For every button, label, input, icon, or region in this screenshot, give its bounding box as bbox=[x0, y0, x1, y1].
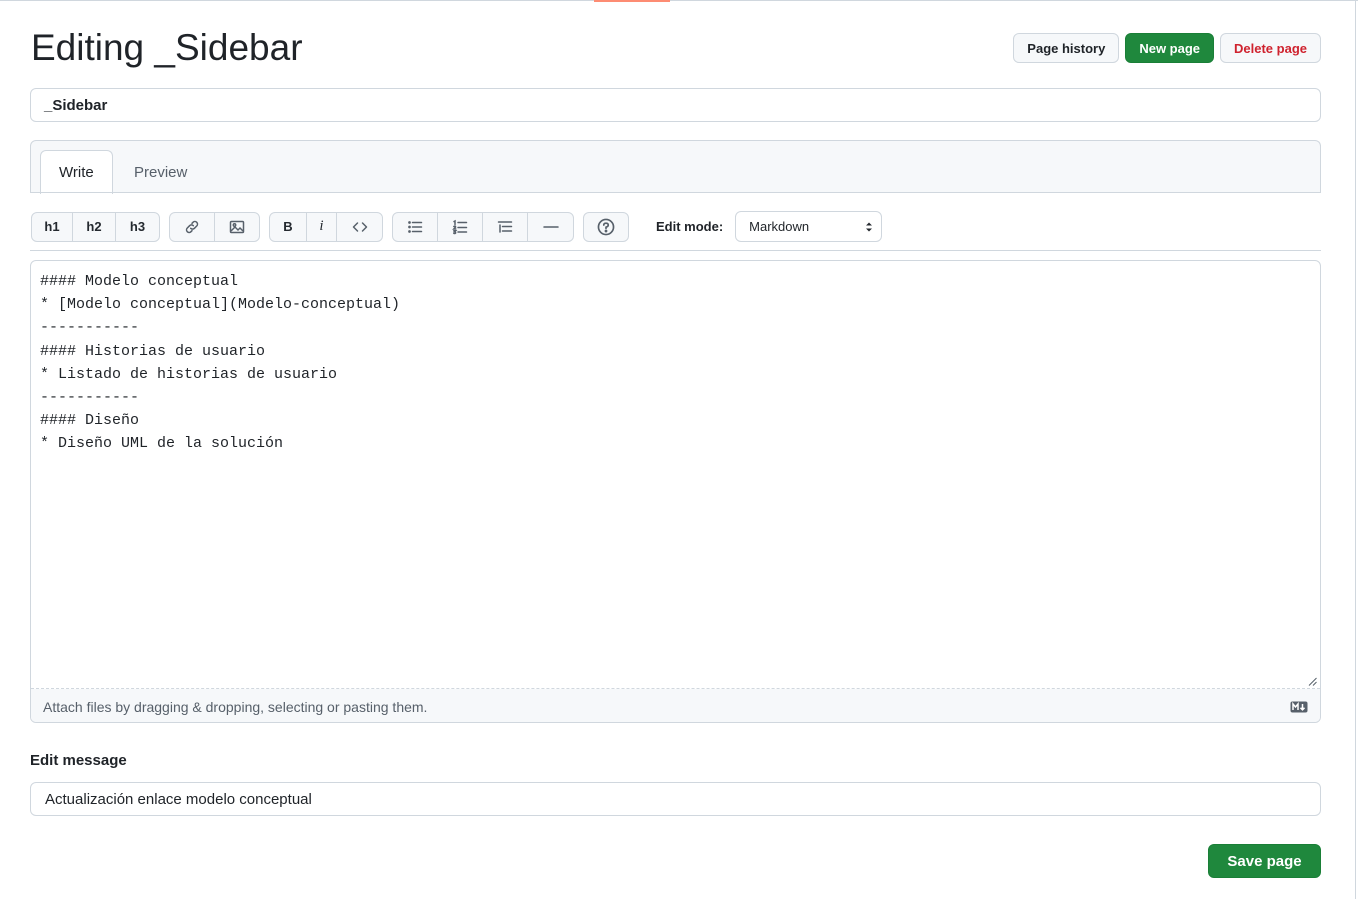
edit-mode-label: Edit mode: bbox=[656, 219, 724, 234]
edit-mode-value: Markdown bbox=[749, 219, 810, 234]
delete-page-button[interactable]: Delete page bbox=[1220, 33, 1321, 63]
ordered-list-button[interactable] bbox=[438, 212, 483, 241]
task-list-button[interactable] bbox=[483, 212, 528, 241]
bold-button[interactable]: B bbox=[270, 212, 307, 241]
attach-files-bar[interactable]: Attach files by dragging & dropping, sel… bbox=[31, 689, 1320, 722]
page-history-button[interactable]: Page history bbox=[1013, 33, 1120, 63]
unordered-list-button[interactable] bbox=[393, 212, 438, 241]
new-page-button[interactable]: New page bbox=[1125, 33, 1215, 63]
top-border bbox=[0, 0, 1358, 1]
page-title-input[interactable]: _Sidebar bbox=[30, 88, 1321, 122]
ordered-list-icon bbox=[452, 219, 468, 234]
tab-write[interactable]: Write bbox=[40, 150, 113, 194]
list-group bbox=[392, 211, 574, 242]
editor: #### Modelo conceptual * [Modelo concept… bbox=[30, 260, 1321, 723]
resize-handle-icon[interactable] bbox=[1308, 677, 1317, 686]
header-actions: Page history New page Delete page bbox=[1013, 33, 1321, 63]
italic-button[interactable]: i bbox=[307, 212, 337, 241]
insert-group bbox=[169, 211, 260, 242]
save-page-button[interactable]: Save page bbox=[1208, 844, 1321, 878]
markdown-icon bbox=[1290, 701, 1308, 712]
horizontal-rule-button[interactable] bbox=[528, 213, 573, 241]
edit-mode-select[interactable]: Markdown bbox=[735, 211, 883, 242]
tabs-divider bbox=[30, 192, 1321, 193]
horizontal-rule-icon bbox=[542, 225, 559, 228]
toolbar-divider bbox=[30, 250, 1321, 251]
right-border bbox=[1355, 0, 1356, 899]
page-title-input-value: _Sidebar bbox=[44, 96, 108, 114]
h2-button[interactable]: h2 bbox=[73, 212, 116, 241]
code-button[interactable] bbox=[337, 213, 382, 241]
link-icon bbox=[185, 220, 199, 233]
task-list-icon bbox=[497, 220, 513, 233]
edit-message-label: Edit message bbox=[30, 752, 127, 769]
help-group bbox=[583, 211, 629, 242]
page-title: Editing _Sidebar bbox=[31, 27, 303, 68]
editor-tabs-header: Write Preview bbox=[30, 140, 1321, 194]
tab-preview[interactable]: Preview bbox=[116, 150, 205, 194]
h1-button[interactable]: h1 bbox=[32, 212, 73, 241]
attach-files-hint: Attach files by dragging & dropping, sel… bbox=[43, 698, 428, 715]
edit-message-input[interactable]: Actualización enlace modelo conceptual bbox=[30, 782, 1321, 816]
h3-button[interactable]: h3 bbox=[116, 213, 159, 241]
image-icon bbox=[229, 220, 245, 233]
link-button[interactable] bbox=[170, 212, 215, 241]
select-arrows-icon bbox=[866, 222, 873, 231]
help-icon bbox=[597, 218, 615, 235]
active-nav-indicator bbox=[594, 0, 670, 2]
heading-group: h1 h2 h3 bbox=[31, 211, 160, 242]
format-group: B i bbox=[269, 211, 383, 242]
markdown-toolbar: h1 h2 h3 B i Edit mode: Markdown bbox=[31, 211, 883, 242]
edit-message-value: Actualización enlace modelo conceptual bbox=[45, 790, 312, 808]
code-icon bbox=[352, 221, 367, 232]
editor-textarea[interactable]: #### Modelo conceptual * [Modelo concept… bbox=[31, 261, 1320, 689]
image-button[interactable] bbox=[215, 213, 259, 241]
unordered-list-icon bbox=[408, 220, 423, 233]
help-button[interactable] bbox=[584, 213, 628, 241]
